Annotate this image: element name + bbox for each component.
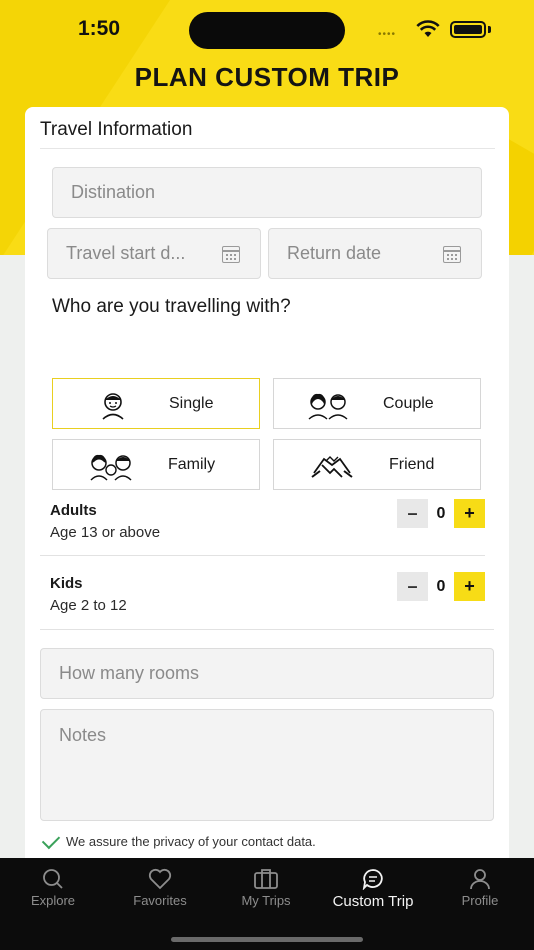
- person-icon: [470, 869, 490, 890]
- adults-count: 0: [436, 504, 446, 522]
- battery-icon: [450, 21, 486, 38]
- option-friend[interactable]: Friend: [273, 439, 481, 490]
- option-single[interactable]: Single: [52, 378, 260, 429]
- adults-decrement-button[interactable]: –: [397, 499, 428, 528]
- tab-favorites[interactable]: Favorites: [107, 868, 213, 908]
- start-date-placeholder: Travel start d...: [66, 243, 186, 263]
- chat-icon: [362, 869, 383, 890]
- tab-custom-trip[interactable]: Custom Trip: [320, 868, 426, 910]
- adults-counter: Adults Age 13 or above – 0 +: [50, 499, 485, 541]
- tab-label: Profile: [461, 893, 499, 908]
- option-label: Family: [168, 455, 216, 473]
- start-date-input[interactable]: Travel start d...: [47, 228, 261, 279]
- destination-placeholder: Distination: [71, 182, 156, 202]
- notes-placeholder: Notes: [59, 725, 107, 745]
- status-time: 1:50: [78, 17, 121, 40]
- rooms-input[interactable]: How many rooms: [40, 648, 494, 699]
- dynamic-island: [189, 12, 345, 49]
- return-date-placeholder: Return date: [287, 243, 382, 263]
- home-indicator: [171, 937, 363, 942]
- wifi-icon: [416, 20, 440, 37]
- page-title: PLAN CUSTOM TRIP: [134, 62, 400, 92]
- kids-stepper: – 0 +: [397, 572, 485, 601]
- divider: [40, 148, 495, 149]
- checkmark-icon: [41, 830, 61, 849]
- friend-handshake-icon: [311, 456, 353, 478]
- destination-input[interactable]: Distination: [52, 167, 482, 218]
- travel-info-card: Travel Information Distination Travel st…: [25, 107, 509, 867]
- option-label: Friend: [389, 455, 435, 473]
- tab-label: Favorites: [133, 893, 187, 908]
- couple-icon: [308, 393, 348, 420]
- suitcase-icon: [254, 869, 278, 889]
- kids-counter: Kids Age 2 to 12 – 0 +: [50, 572, 485, 614]
- privacy-text: We assure the privacy of your contact da…: [66, 834, 316, 849]
- option-label: Couple: [383, 394, 434, 412]
- single-person-icon: [102, 393, 124, 420]
- tab-label: Custom Trip: [332, 893, 414, 910]
- option-label: Single: [169, 394, 214, 412]
- calendar-icon[interactable]: [443, 246, 461, 263]
- tab-profile[interactable]: Profile: [427, 868, 533, 908]
- search-icon: [43, 869, 63, 889]
- signal-dots-icon: ••••: [378, 29, 397, 40]
- kids-decrement-button[interactable]: –: [397, 572, 428, 601]
- divider: [40, 629, 494, 630]
- kids-increment-button[interactable]: +: [454, 572, 485, 601]
- travel-companion-question: Who are you travelling with?: [52, 296, 291, 317]
- tab-explore[interactable]: Explore: [0, 868, 106, 908]
- option-family[interactable]: Family: [52, 439, 260, 490]
- privacy-note: We assure the privacy of your contact da…: [41, 830, 316, 849]
- return-date-input[interactable]: Return date: [268, 228, 482, 279]
- divider: [40, 555, 485, 556]
- status-bar: 1:50 ••••: [0, 0, 534, 60]
- calendar-icon[interactable]: [222, 246, 240, 263]
- tab-label: My Trips: [241, 893, 291, 908]
- kids-count: 0: [436, 577, 446, 595]
- adults-stepper: – 0 +: [397, 499, 485, 528]
- section-title: Travel Information: [40, 119, 193, 140]
- adults-increment-button[interactable]: +: [454, 499, 485, 528]
- option-couple[interactable]: Couple: [273, 378, 481, 429]
- rooms-placeholder: How many rooms: [59, 663, 200, 683]
- notes-textarea[interactable]: Notes: [40, 709, 494, 821]
- family-icon: [90, 454, 132, 481]
- tab-my-trips[interactable]: My Trips: [213, 868, 319, 908]
- tab-label: Explore: [30, 893, 76, 908]
- heart-icon: [148, 868, 172, 890]
